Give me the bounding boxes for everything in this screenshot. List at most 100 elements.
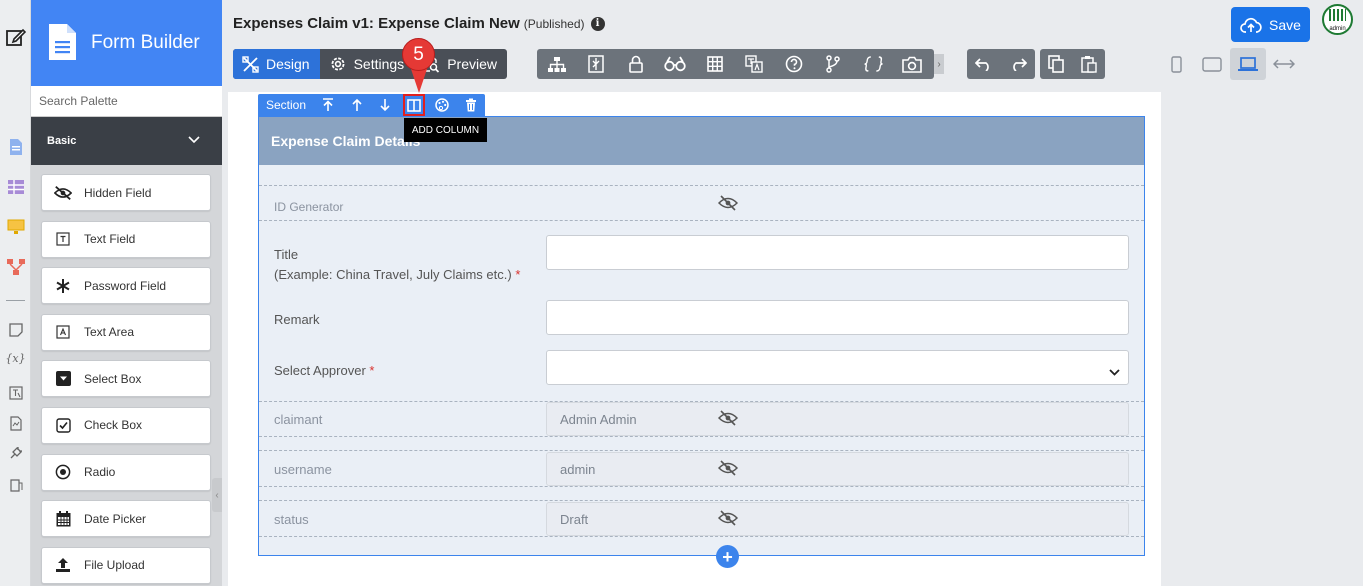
form-palette: Form Builder Basic Hidden Field Text Fie… bbox=[31, 0, 222, 586]
field-label: claimant bbox=[274, 412, 323, 427]
note-icon[interactable] bbox=[0, 323, 31, 337]
camera-icon[interactable] bbox=[893, 49, 933, 79]
select-box-icon bbox=[54, 370, 72, 388]
document-icon bbox=[47, 23, 77, 64]
resource-icon[interactable] bbox=[0, 416, 31, 431]
palette-style-icon[interactable] bbox=[428, 94, 457, 116]
section-title: Expense Claim Details bbox=[259, 117, 1144, 165]
approver-select[interactable] bbox=[546, 350, 1129, 385]
palette-search-input[interactable] bbox=[39, 94, 209, 108]
field-label: status bbox=[274, 512, 309, 527]
expand-width-icon[interactable] bbox=[1266, 48, 1302, 80]
merge-icon[interactable] bbox=[577, 49, 617, 79]
datalist-icon[interactable] bbox=[0, 180, 31, 194]
info-icon[interactable]: i bbox=[590, 16, 605, 31]
binoculars-icon[interactable] bbox=[656, 49, 696, 79]
move-up-icon[interactable] bbox=[343, 94, 372, 116]
field-label: Select Approver * bbox=[274, 363, 375, 378]
help-icon[interactable] bbox=[774, 49, 814, 79]
palette-item-check-box[interactable]: Check Box bbox=[41, 406, 211, 444]
laptop-icon[interactable] bbox=[1230, 48, 1266, 80]
palette-item-radio[interactable]: Radio bbox=[41, 453, 211, 491]
checkbox-icon bbox=[54, 416, 72, 434]
palette-item-date-picker[interactable]: Date Picker bbox=[41, 500, 211, 538]
tab-label: Settings bbox=[353, 56, 405, 72]
status-value: Draft bbox=[546, 502, 1129, 536]
undo-icon[interactable] bbox=[967, 49, 1001, 79]
palette-header: Form Builder bbox=[31, 0, 222, 86]
palette-item-file-upload[interactable]: File Upload bbox=[41, 546, 211, 584]
undo-redo-toolbar bbox=[967, 49, 1035, 79]
palette-item-hidden-field[interactable]: Hidden Field bbox=[41, 174, 211, 211]
palette-category-basic[interactable]: Basic bbox=[31, 117, 222, 165]
paste-icon[interactable] bbox=[1073, 49, 1106, 79]
avatar[interactable]: admin bbox=[1322, 4, 1353, 35]
edit-icon[interactable] bbox=[0, 26, 31, 48]
tab-settings[interactable]: Settings bbox=[320, 49, 415, 79]
field-row-select-approver[interactable]: Select Approver * bbox=[259, 349, 1144, 401]
table-icon[interactable] bbox=[695, 49, 735, 79]
code-braces-icon[interactable] bbox=[853, 49, 893, 79]
remark-input[interactable] bbox=[546, 300, 1129, 335]
palette-item-text-area[interactable]: Text Area bbox=[41, 313, 211, 351]
move-top-icon[interactable] bbox=[314, 94, 343, 116]
title-input[interactable] bbox=[546, 235, 1129, 270]
design-icon bbox=[242, 55, 259, 73]
status-badge: (Published) bbox=[523, 16, 585, 31]
text-field-icon bbox=[54, 230, 72, 248]
eye-slash-icon bbox=[717, 195, 739, 214]
field-sublabel: (Example: China Travel, July Claims etc.… bbox=[274, 267, 521, 282]
save-button[interactable]: Save bbox=[1231, 7, 1310, 42]
mobile-icon[interactable] bbox=[1158, 48, 1194, 80]
tree-icon[interactable] bbox=[537, 49, 577, 79]
palette-collapse-handle[interactable]: ‹ bbox=[212, 478, 222, 512]
field-row-status[interactable]: status Draft bbox=[259, 500, 1144, 537]
field-row-id-generator[interactable]: ID Generator bbox=[259, 185, 1144, 221]
variable-icon[interactable]: {x} bbox=[0, 352, 31, 365]
palette-item-label: Date Picker bbox=[84, 511, 147, 526]
app-title-text: Expenses Claim v1: Expense Claim New bbox=[233, 15, 520, 32]
rail-divider bbox=[6, 300, 25, 301]
delete-icon[interactable] bbox=[457, 94, 486, 116]
tab-label: Design bbox=[266, 56, 310, 72]
translate-icon[interactable] bbox=[0, 386, 31, 400]
field-row-remark[interactable]: Remark bbox=[259, 289, 1144, 349]
page-title: Expenses Claim v1: Expense Claim New (Pu… bbox=[233, 15, 605, 32]
form-icon[interactable] bbox=[0, 138, 31, 156]
claimant-value: Admin Admin bbox=[546, 402, 1129, 436]
add-element-button[interactable]: + bbox=[716, 545, 739, 568]
annotation-step-badge: 5 bbox=[402, 38, 435, 71]
form-tools-toolbar: › bbox=[537, 49, 944, 79]
palette-item-label: Check Box bbox=[84, 418, 143, 433]
add-column-icon[interactable] bbox=[402, 94, 425, 116]
field-row-username[interactable]: username admin bbox=[259, 450, 1144, 487]
translate-icon[interactable] bbox=[735, 49, 775, 79]
eye-slash-icon bbox=[717, 510, 739, 529]
asterisk-icon bbox=[54, 277, 72, 295]
move-down-icon[interactable] bbox=[371, 94, 400, 116]
palette-title: Form Builder bbox=[91, 32, 200, 53]
palette-item-select-box[interactable]: Select Box bbox=[41, 360, 211, 398]
palette-item-text-field[interactable]: Text Field bbox=[41, 220, 211, 258]
branch-icon[interactable] bbox=[814, 49, 854, 79]
palette-item-password-field[interactable]: Password Field bbox=[41, 267, 211, 305]
builder-icon[interactable] bbox=[0, 478, 31, 493]
form-section[interactable]: Expense Claim Details ID Generator Title… bbox=[258, 116, 1145, 556]
tablet-icon[interactable] bbox=[1194, 48, 1230, 80]
field-label: ID Generator bbox=[274, 200, 344, 214]
userview-icon[interactable] bbox=[0, 219, 31, 235]
copy-icon[interactable] bbox=[1040, 49, 1073, 79]
field-row-claimant[interactable]: claimant Admin Admin bbox=[259, 401, 1144, 437]
redo-icon[interactable] bbox=[1001, 49, 1035, 79]
process-icon[interactable] bbox=[0, 258, 31, 276]
lock-icon[interactable] bbox=[616, 49, 656, 79]
field-row-title[interactable]: Title (Example: China Travel, July Claim… bbox=[259, 221, 1144, 289]
palette-item-label: File Upload bbox=[84, 558, 145, 573]
avatar-label: admin bbox=[1324, 26, 1351, 33]
field-label: Remark bbox=[274, 312, 320, 327]
toolbar-scroll-right[interactable]: › bbox=[934, 54, 944, 74]
palette-item-label: Select Box bbox=[84, 371, 142, 386]
tab-design[interactable]: Design bbox=[233, 49, 320, 79]
clipboard-toolbar bbox=[1040, 49, 1105, 79]
plugin-icon[interactable] bbox=[0, 446, 31, 460]
